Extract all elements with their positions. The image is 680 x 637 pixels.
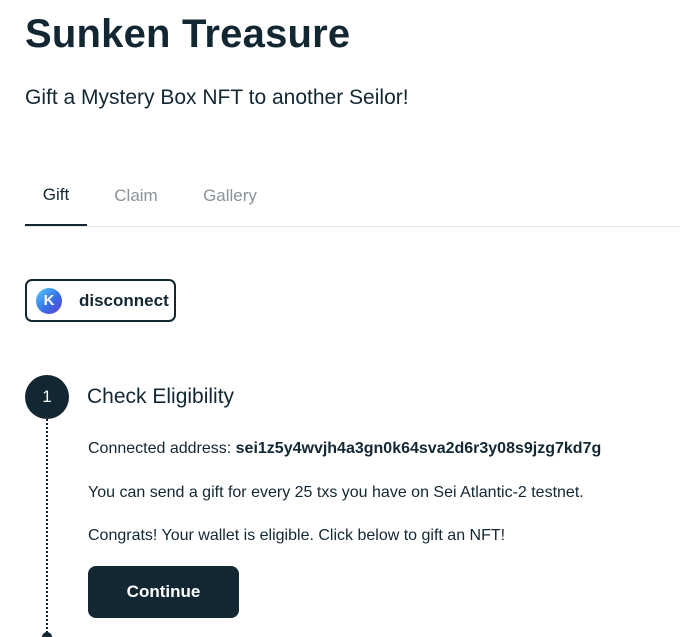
tab-gallery[interactable]: Gallery bbox=[185, 166, 275, 226]
tab-gift[interactable]: Gift bbox=[25, 166, 87, 226]
step-connector-dot bbox=[42, 632, 52, 637]
keplr-wallet-icon: K bbox=[36, 287, 62, 314]
page-subtitle: Gift a Mystery Box NFT to another Seilor… bbox=[25, 86, 409, 109]
tab-bar: Gift Claim Gallery bbox=[25, 166, 680, 227]
gift-info-text: You can send a gift for every 25 txs you… bbox=[88, 484, 584, 501]
tab-claim[interactable]: Claim bbox=[87, 166, 185, 226]
step-number-badge: 1 bbox=[25, 375, 69, 419]
page-title: Sunken Treasure bbox=[25, 12, 351, 56]
step-title: Check Eligibility bbox=[87, 385, 235, 408]
eligibility-message: Congrats! Your wallet is eligible. Click… bbox=[88, 527, 506, 544]
connected-address-value: sei1z5y4wvjh4a3gn0k64sva2d6r3y08s9jzg7kd… bbox=[235, 440, 602, 457]
step-connector-line bbox=[46, 419, 48, 637]
page: Sunken Treasure Gift a Mystery Box NFT t… bbox=[0, 0, 680, 637]
continue-button[interactable]: Continue bbox=[88, 566, 239, 618]
disconnect-wallet-button[interactable]: K disconnect bbox=[25, 279, 176, 322]
connected-address-line: Connected address: sei1z5y4wvjh4a3gn0k64… bbox=[88, 440, 601, 458]
disconnect-label: disconnect bbox=[79, 290, 169, 310]
connected-address-label: Connected address: bbox=[88, 440, 236, 457]
